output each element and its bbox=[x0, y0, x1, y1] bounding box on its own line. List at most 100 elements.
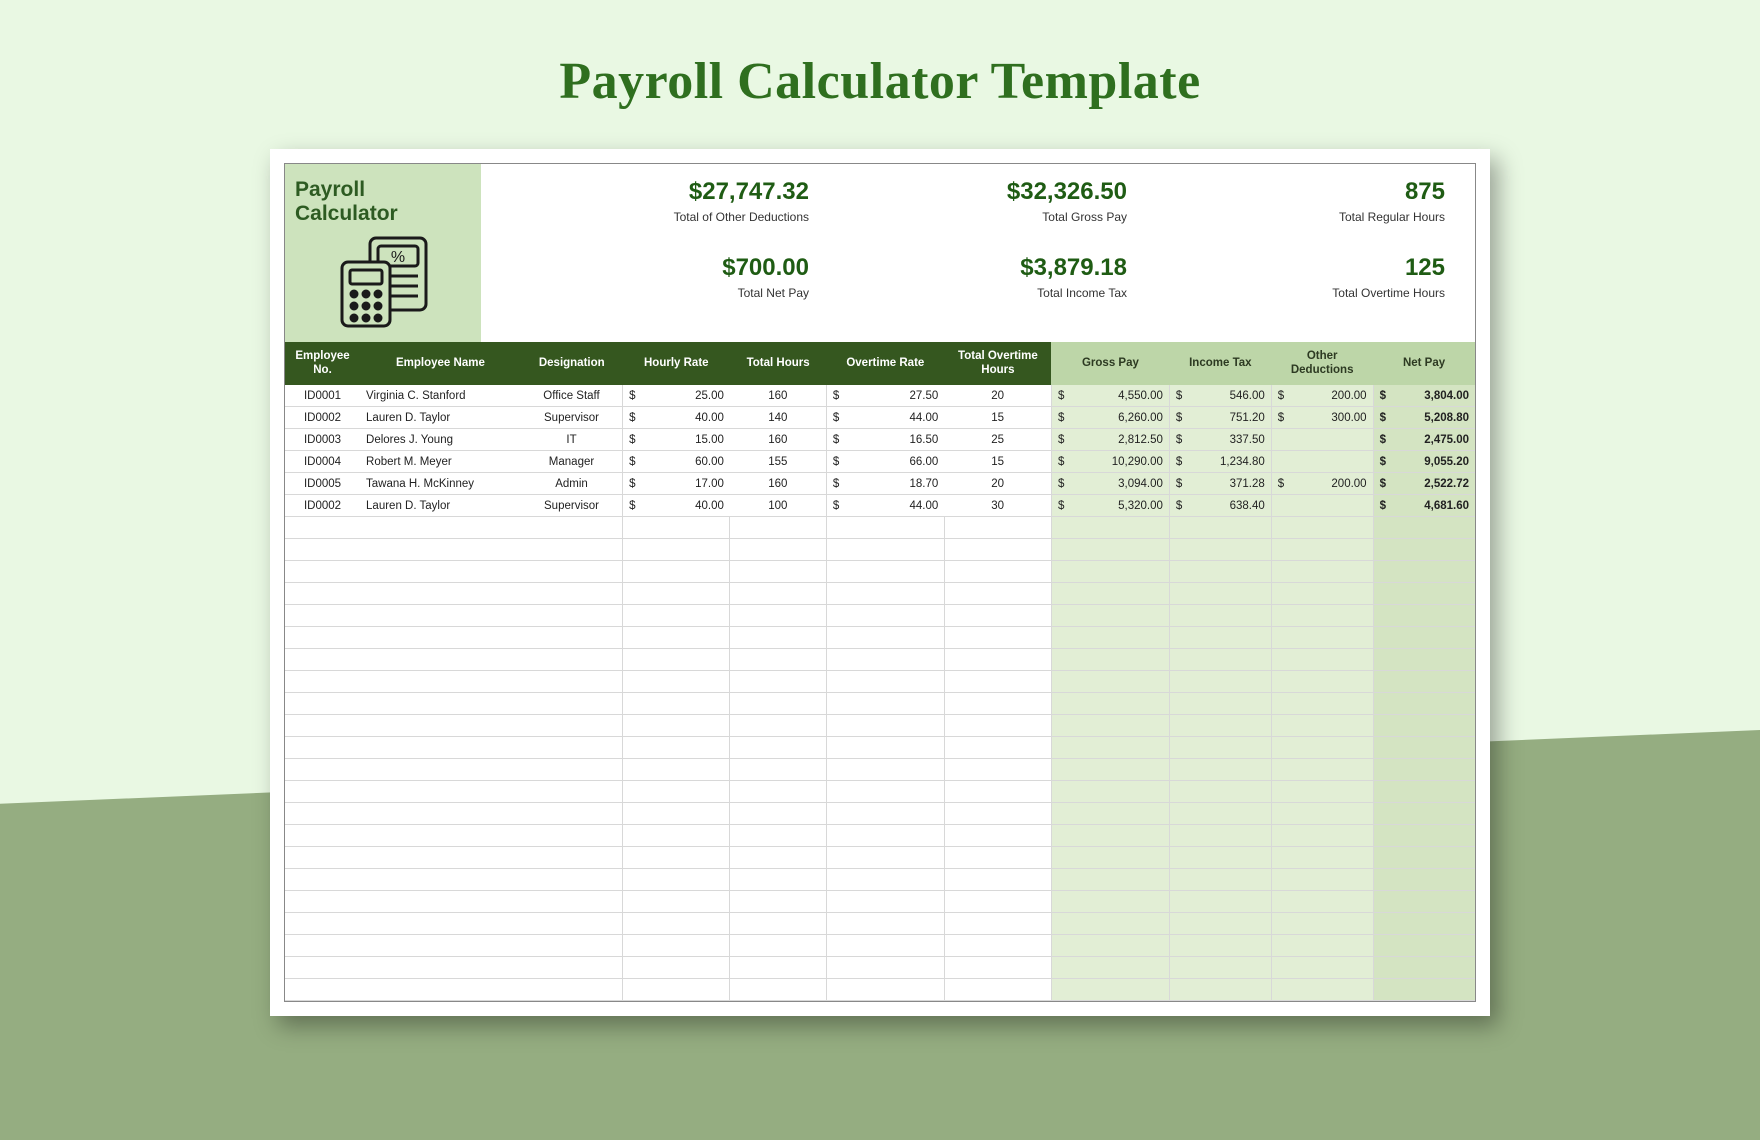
table-cell bbox=[1271, 517, 1373, 539]
table-cell bbox=[285, 649, 360, 671]
table-cell bbox=[944, 935, 1051, 957]
table-cell: $15.00 bbox=[623, 429, 730, 451]
table-cell bbox=[623, 693, 730, 715]
table-cell bbox=[360, 847, 521, 869]
table-cell bbox=[623, 605, 730, 627]
table-cell bbox=[1373, 957, 1475, 979]
table-row bbox=[285, 935, 1475, 957]
table-cell bbox=[1051, 957, 1169, 979]
table-cell bbox=[285, 693, 360, 715]
table-cell bbox=[1169, 737, 1271, 759]
table-cell bbox=[826, 737, 944, 759]
table-cell bbox=[730, 803, 826, 825]
table-cell bbox=[1051, 891, 1169, 913]
table-cell bbox=[1271, 649, 1373, 671]
table-cell bbox=[360, 627, 521, 649]
table-cell bbox=[623, 825, 730, 847]
table-cell bbox=[360, 561, 521, 583]
table-cell: $2,522.72 bbox=[1373, 473, 1475, 495]
table-cell bbox=[1271, 891, 1373, 913]
table-cell: 160 bbox=[730, 385, 826, 407]
table-cell bbox=[944, 891, 1051, 913]
table-row: ID0001Virginia C. StanfordOffice Staff$2… bbox=[285, 385, 1475, 407]
table-cell bbox=[730, 627, 826, 649]
table-row bbox=[285, 627, 1475, 649]
table-cell bbox=[360, 869, 521, 891]
table-cell bbox=[360, 539, 521, 561]
stat-label: Total Net Pay bbox=[521, 286, 809, 300]
col-employee-no: Employee No. bbox=[285, 342, 360, 385]
table-cell bbox=[285, 979, 360, 1001]
table-cell bbox=[730, 869, 826, 891]
table-row bbox=[285, 649, 1475, 671]
table-cell bbox=[1051, 781, 1169, 803]
table-cell bbox=[1051, 803, 1169, 825]
table-cell bbox=[521, 737, 623, 759]
stat-value: $32,326.50 bbox=[839, 178, 1127, 206]
table-cell bbox=[285, 957, 360, 979]
table-cell: ID0002 bbox=[285, 407, 360, 429]
table-cell bbox=[826, 693, 944, 715]
table-cell bbox=[944, 869, 1051, 891]
table-cell: Tawana H. McKinney bbox=[360, 473, 521, 495]
table-cell bbox=[730, 539, 826, 561]
spreadsheet: Payroll Calculator % bbox=[284, 163, 1476, 1002]
table-cell bbox=[623, 671, 730, 693]
table-row bbox=[285, 539, 1475, 561]
table-cell bbox=[623, 869, 730, 891]
table-cell bbox=[1051, 825, 1169, 847]
table-row bbox=[285, 517, 1475, 539]
table-cell bbox=[521, 847, 623, 869]
table-cell bbox=[826, 913, 944, 935]
table-cell bbox=[730, 781, 826, 803]
table-cell: Supervisor bbox=[521, 407, 623, 429]
col-overtime-rate: Overtime Rate bbox=[826, 342, 944, 385]
table-cell bbox=[1051, 583, 1169, 605]
table-cell bbox=[1169, 803, 1271, 825]
table-cell: $17.00 bbox=[623, 473, 730, 495]
table-cell bbox=[730, 517, 826, 539]
table-cell: $300.00 bbox=[1271, 407, 1373, 429]
stat-overtime-hours: 125 Total Overtime Hours bbox=[1157, 254, 1445, 330]
table-cell bbox=[1169, 627, 1271, 649]
table-cell bbox=[1169, 605, 1271, 627]
table-cell bbox=[1271, 781, 1373, 803]
table-cell bbox=[521, 605, 623, 627]
table-cell bbox=[826, 935, 944, 957]
col-total-hours: Total Hours bbox=[730, 342, 826, 385]
table-cell bbox=[944, 913, 1051, 935]
table-cell bbox=[521, 803, 623, 825]
table-cell: 15 bbox=[944, 451, 1051, 473]
table-cell: $3,804.00 bbox=[1373, 385, 1475, 407]
table-cell bbox=[730, 693, 826, 715]
table-cell bbox=[1271, 693, 1373, 715]
table-cell bbox=[1271, 869, 1373, 891]
table-cell bbox=[1373, 781, 1475, 803]
table-cell bbox=[521, 693, 623, 715]
table-cell bbox=[1271, 583, 1373, 605]
table-cell: ID0002 bbox=[285, 495, 360, 517]
table-row: ID0002Lauren D. TaylorSupervisor$40.0014… bbox=[285, 407, 1475, 429]
table-cell: 20 bbox=[944, 385, 1051, 407]
table-cell: Supervisor bbox=[521, 495, 623, 517]
table-row bbox=[285, 715, 1475, 737]
stat-gross-pay: $32,326.50 Total Gross Pay bbox=[839, 178, 1127, 254]
table-cell: IT bbox=[521, 429, 623, 451]
table-cell bbox=[285, 605, 360, 627]
table-cell: Manager bbox=[521, 451, 623, 473]
stat-label: Total of Other Deductions bbox=[521, 210, 809, 224]
table-cell bbox=[826, 803, 944, 825]
table-cell bbox=[730, 847, 826, 869]
stat-value: 875 bbox=[1157, 178, 1445, 206]
table-cell: $18.70 bbox=[826, 473, 944, 495]
table-cell bbox=[944, 979, 1051, 1001]
table-cell: $546.00 bbox=[1169, 385, 1271, 407]
table-row bbox=[285, 825, 1475, 847]
table-cell bbox=[1373, 649, 1475, 671]
table-cell bbox=[623, 957, 730, 979]
table-cell: $10,290.00 bbox=[1051, 451, 1169, 473]
table-cell bbox=[1271, 605, 1373, 627]
table-cell bbox=[730, 759, 826, 781]
table-cell bbox=[1169, 671, 1271, 693]
table-cell bbox=[360, 517, 521, 539]
